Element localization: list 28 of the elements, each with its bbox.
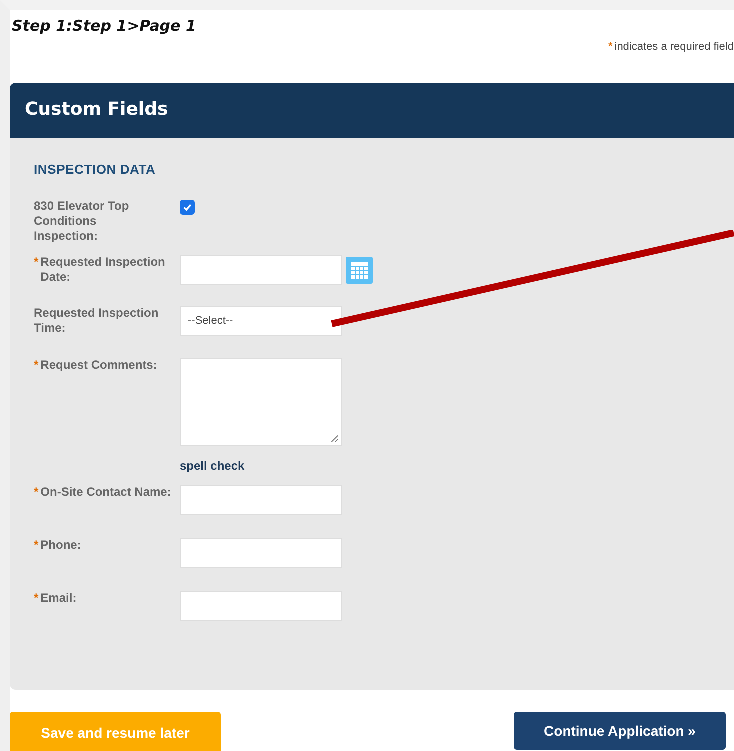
field-label: 830 Elevator Top Conditions Inspection: <box>34 199 130 244</box>
input-field[interactable] <box>180 485 342 515</box>
field-label: On-Site Contact Name: <box>40 485 172 500</box>
checkbox[interactable] <box>180 200 195 215</box>
required-asterisk: * <box>34 538 39 553</box>
field-label: Requested Inspection Time: <box>34 306 160 336</box>
input-field[interactable] <box>180 538 342 568</box>
required-asterisk: * <box>34 485 39 500</box>
continue-button[interactable]: Continue Application » <box>514 712 726 750</box>
required-asterisk: * <box>34 358 39 373</box>
checkmark-icon <box>182 202 193 213</box>
breadcrumb: Step 1:Step 1>Page 1 <box>12 17 196 35</box>
field-label: Phone: <box>40 538 82 553</box>
input-field[interactable] <box>180 591 342 621</box>
spell-check-link[interactable]: spell check <box>180 459 342 473</box>
time-dropdown[interactable]: --Select-- <box>180 306 342 336</box>
field-label: Request Comments: <box>40 358 158 373</box>
section-title: INSPECTION DATA <box>34 162 157 177</box>
calendar-icon[interactable] <box>346 257 373 284</box>
field-label: Email: <box>40 591 77 606</box>
panel-header: Custom Fields <box>10 83 734 138</box>
required-asterisk: * <box>34 591 39 606</box>
resize-grip-icon[interactable] <box>330 434 339 443</box>
date-input-field[interactable] <box>180 255 342 285</box>
required-note: indicates a required field <box>614 41 734 53</box>
required-asterisk: * <box>34 255 39 270</box>
field-label: Requested Inspection Date: <box>40 255 166 285</box>
required-asterisk: * <box>608 41 613 53</box>
